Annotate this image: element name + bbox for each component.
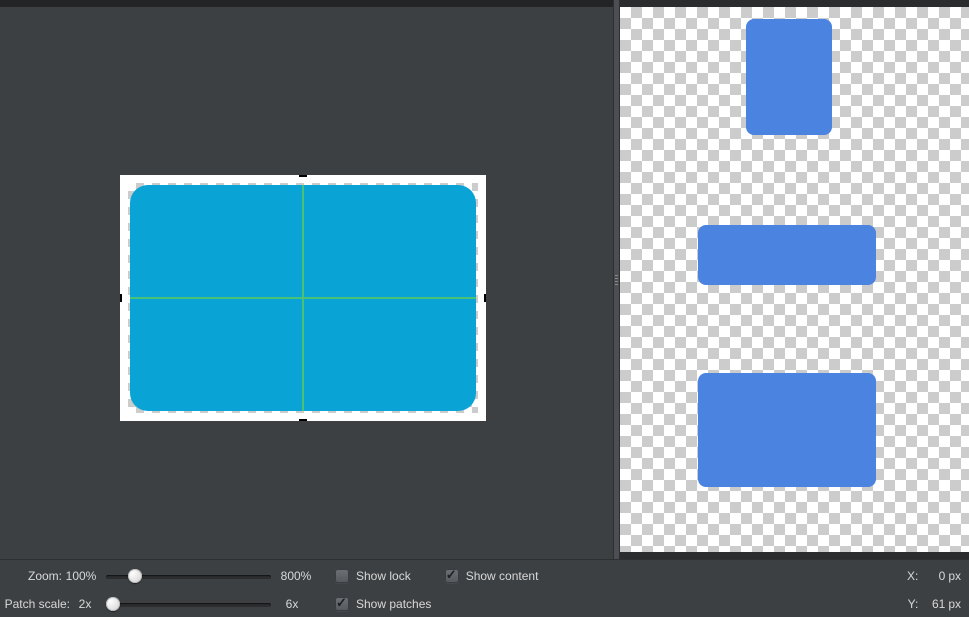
stretch-marker-right[interactable] [484, 294, 486, 302]
show-lock-checkbox[interactable]: Show lock [335, 569, 411, 583]
preview-sample-tall [746, 19, 832, 135]
cursor-x-readout: X: 0 px [904, 562, 961, 590]
patch-scale-label: Patch scale: [0, 597, 70, 611]
patch-scale-slider-knob[interactable] [106, 597, 120, 611]
preview-sample-large [698, 373, 876, 487]
preview-bottom-gutter [620, 552, 969, 559]
checkbox-icon [335, 569, 349, 583]
ninepatch-editor[interactable] [0, 0, 613, 559]
app-root: Zoom: 100% 800% Show lock Show content X… [0, 0, 969, 617]
cursor-x-label: X: [904, 569, 918, 583]
show-patches-checkbox[interactable]: Show patches [335, 597, 431, 611]
preview-sample-wide [698, 225, 876, 285]
pane-splitter[interactable] [613, 0, 620, 559]
cursor-y-value: 61 [921, 597, 945, 611]
checkbox-icon [445, 569, 459, 583]
patch-scale-min-label: 2x [70, 597, 100, 611]
show-content-label: Show content [466, 569, 539, 583]
zoom-min-label: 100% [62, 569, 100, 583]
patch-scale-max-label: 6x [277, 597, 307, 611]
splitter-grip-icon [615, 275, 618, 285]
cursor-x-value: 0 [921, 569, 945, 583]
patch-scale-slider[interactable] [106, 597, 271, 611]
preview-pane[interactable] [620, 0, 969, 559]
cursor-y-readout: Y: 61 px [904, 590, 961, 617]
checkbox-icon [335, 597, 349, 611]
zoom-slider-knob[interactable] [128, 569, 142, 583]
show-lock-label: Show lock [356, 569, 411, 583]
ninepatch-canvas[interactable] [120, 175, 486, 421]
preview-top-gutter [620, 0, 969, 7]
zoom-max-label: 800% [277, 569, 315, 583]
show-patches-label: Show patches [356, 597, 431, 611]
stretch-marker-left[interactable] [120, 294, 122, 302]
zoom-label: Zoom: [0, 569, 62, 583]
cursor-y-label: Y: [904, 597, 918, 611]
show-content-checkbox[interactable]: Show content [445, 569, 539, 583]
cursor-x-unit: px [948, 569, 961, 583]
patch-scale-slider-track [106, 603, 271, 607]
control-row-1: Zoom: 100% 800% Show lock Show content X… [0, 562, 969, 590]
workspace [0, 0, 969, 559]
control-bar: Zoom: 100% 800% Show lock Show content X… [0, 559, 969, 617]
cursor-y-unit: px [948, 597, 961, 611]
vertical-guide[interactable] [302, 185, 304, 411]
zoom-slider[interactable] [106, 569, 271, 583]
stretch-marker-top[interactable] [299, 175, 307, 177]
editor-top-gutter [0, 0, 613, 7]
stretch-marker-bottom[interactable] [299, 419, 307, 421]
control-row-2: Patch scale: 2x 6x Show patches Y: 61 px [0, 590, 969, 617]
